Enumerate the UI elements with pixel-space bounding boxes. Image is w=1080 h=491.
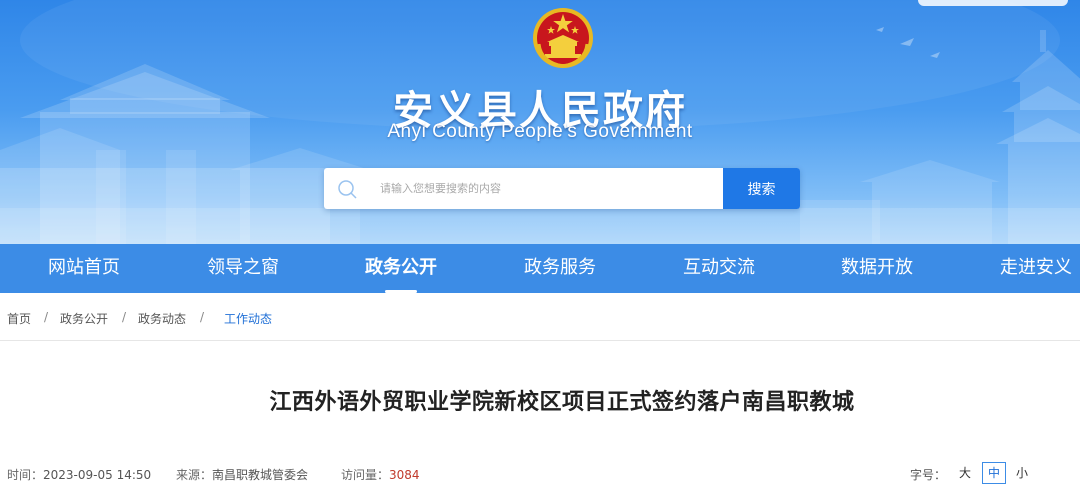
- publish-time-label: 时间：: [7, 468, 44, 482]
- article-title: 江西外语外贸职业学院新校区项目正式签约落户南昌职教城: [269, 390, 855, 415]
- font-size-label: 字号：: [910, 468, 947, 482]
- search-icon: [338, 180, 357, 199]
- search-bar: 搜索: [324, 168, 800, 209]
- breadcrumb-gov-news[interactable]: 政务动态: [138, 310, 186, 327]
- breadcrumb-gov-affairs[interactable]: 政务公开: [60, 310, 108, 327]
- nav-item-about-anyi[interactable]: 走进安义: [1000, 244, 1072, 293]
- nav-item-label: 领导之窗: [207, 257, 279, 278]
- view-count-value: 3084: [389, 468, 420, 482]
- national-emblem-icon: [533, 8, 593, 68]
- nav-item-services[interactable]: 政务服务: [524, 244, 596, 293]
- breadcrumb-current[interactable]: 工作动态: [224, 310, 272, 327]
- source-label: 来源：: [176, 468, 213, 482]
- header-banner: 安义县人民政府 Anyi County People's Government …: [0, 0, 1080, 244]
- source-value: 南昌职教城管委会: [212, 468, 309, 482]
- nav-item-label: 政务公开: [365, 257, 437, 278]
- font-size-small-button[interactable]: 小: [1010, 462, 1034, 484]
- search-input[interactable]: [380, 168, 720, 209]
- article-source: 来源：南昌职教城管委会: [176, 466, 308, 483]
- publish-time: 时间：2023-09-05 14:50: [7, 466, 151, 483]
- font-size-medium-button[interactable]: 中: [982, 462, 1006, 484]
- breadcrumb-separator: /: [44, 310, 49, 324]
- nav-item-label: 政务服务: [524, 257, 596, 278]
- nav-item-home[interactable]: 网站首页: [48, 244, 120, 293]
- nav-item-label: 网站首页: [48, 257, 120, 278]
- nav-item-gov-affairs[interactable]: 政务公开: [365, 244, 437, 293]
- font-size-large-button[interactable]: 大: [953, 462, 977, 484]
- breadcrumb: 首页 / 政务公开 / 政务动态 / 工作动态: [0, 293, 1080, 341]
- top-utility-pill[interactable]: [918, 0, 1068, 6]
- publish-time-value: 2023-09-05 14:50: [43, 468, 152, 482]
- nav-item-label: 走进安义: [1000, 257, 1072, 278]
- nav-item-interaction[interactable]: 互动交流: [683, 244, 755, 293]
- breadcrumb-separator: /: [200, 310, 205, 324]
- search-button[interactable]: 搜索: [723, 168, 800, 209]
- nav-item-open-data[interactable]: 数据开放: [841, 244, 913, 293]
- breadcrumb-home[interactable]: 首页: [7, 310, 31, 327]
- site-subtitle: Anyi County People's Government: [387, 121, 693, 142]
- nav-item-leaders[interactable]: 领导之窗: [207, 244, 279, 293]
- nav-item-label: 互动交流: [683, 257, 755, 278]
- breadcrumb-separator: /: [122, 310, 127, 324]
- view-count: 访问量：3084: [341, 466, 420, 483]
- nav-item-label: 数据开放: [841, 257, 913, 278]
- main-nav: 网站首页 领导之窗 政务公开 政务服务 互动交流 数据开放 走进安义: [0, 244, 1080, 293]
- view-count-label: 访问量：: [341, 468, 390, 482]
